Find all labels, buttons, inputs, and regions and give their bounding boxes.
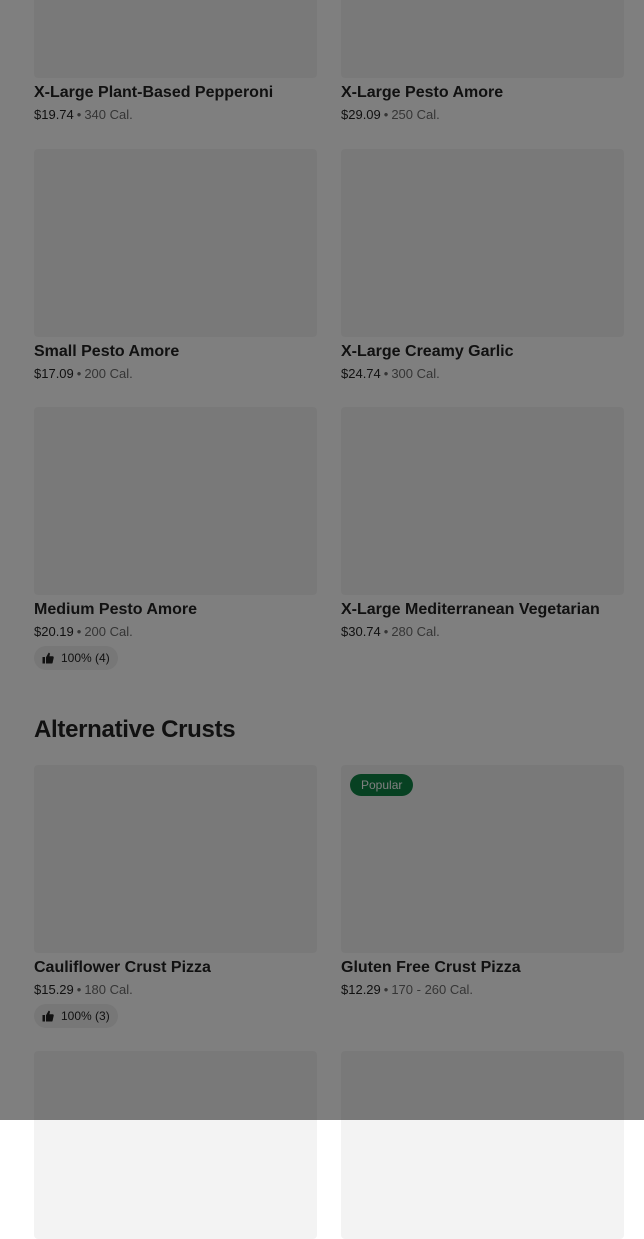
modal-backdrop[interactable] [0, 0, 644, 1120]
